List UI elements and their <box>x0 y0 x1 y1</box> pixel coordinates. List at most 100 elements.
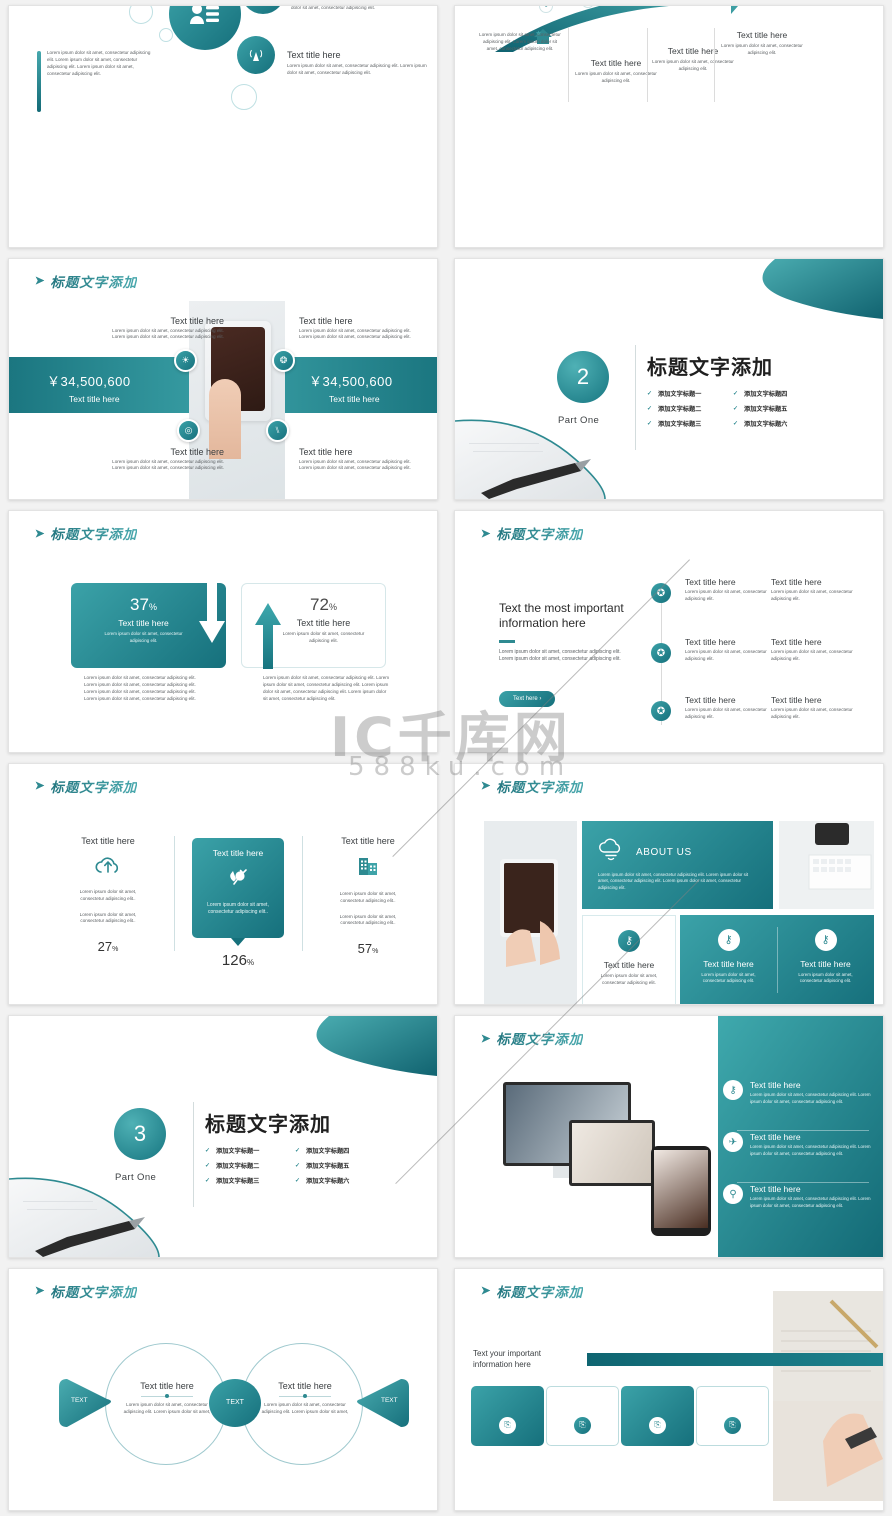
slide-cell-9[interactable]: 3 Part One 标题文字添加 ✓ 添加文字标题一 ✓ 添加文字标题二 ✓ 添加文… <box>0 1010 446 1263</box>
row-body: Lorem ipsum dolor sit amet, consectetur … <box>771 707 853 720</box>
left-stat-content: 37% Text title here Lorem ipsum dolor si… <box>71 595 216 644</box>
key-icon: ⚷ <box>814 928 837 951</box>
bullet-item[interactable]: ✓ 添加文字标题三 <box>205 1176 259 1185</box>
devices-features-slide[interactable]: ➤ 标题文字添加 ⚷ Text title here Lorem ipsum d… <box>454 1015 884 1258</box>
bullet-label: 添加文字标题三 <box>216 1178 260 1186</box>
percentage-arrows-slide[interactable]: ➤ 标题文字添加 37% Text title here Lorem ipsum… <box>8 510 438 753</box>
title-text: 标题文字添加 <box>496 1032 584 1048</box>
left-stat-caption: Lorem ipsum dolor sit amet, consectetur … <box>104 631 183 643</box>
slide-cell-10[interactable]: ➤ 标题文字添加 ⚷ Text title here Lorem ipsum d… <box>446 1010 892 1263</box>
bullet-label: 添加文字标题二 <box>658 405 702 413</box>
four-card-writing-slide[interactable]: ➤ 标题文字添加 Text your important information… <box>454 1267 884 1511</box>
timeline-features-slide[interactable]: ➤ 标题文字添加 Text the most important informa… <box>454 510 884 753</box>
bullet-item[interactable]: ✓ 添加文字标题一 <box>647 389 701 398</box>
column-1-value: 126% <box>221 951 255 969</box>
step-0: Lorem ipsum dolor sit amet, consectetur … <box>477 32 563 53</box>
check-icon: ✓ <box>647 390 653 397</box>
title-text: 标题文字添加 <box>496 1284 584 1300</box>
document-arrow-icon: ⎘ <box>649 1416 666 1434</box>
broadcast-icon <box>237 36 275 74</box>
slide-title-5: ➤ 标题文字添加 <box>35 523 137 543</box>
row-title: Text title here <box>685 637 736 648</box>
accent-bar <box>587 1352 883 1366</box>
row-2-col-b: Text title here Lorem ipsum dolor sit am… <box>771 695 856 721</box>
bullet-item[interactable]: ✓ 添加文字标题二 <box>205 1161 259 1170</box>
slide-cell-2[interactable]: 1 Lorem ipsum dolor sit amet, consectetu… <box>446 0 892 253</box>
bullet-label: 添加文字标题二 <box>216 1163 260 1171</box>
slide-cell-3[interactable]: ➤ 标题文字添加 Text title here Lorem ipsum dol… <box>0 253 446 506</box>
bullet-label: 添加文字标题五 <box>306 1163 350 1171</box>
circular-text-flow-slide[interactable]: ➤ 标题文字添加 TEXT TEXT TEXT Text title here <box>8 1267 438 1511</box>
four-quadrant-tablet-slide[interactable]: ➤ 标题文字添加 Text title here Lorem ipsum dol… <box>8 257 438 501</box>
amount-right: ￥34,500,600 <box>309 373 393 389</box>
bullets-left: ✓ 添加文字标题一 ✓ 添加文字标题二 ✓ 添加文字标题三 <box>205 1146 259 1191</box>
bullet-item[interactable]: ✓ 添加文字标题四 <box>295 1146 349 1155</box>
flow-node-left-label: TEXT <box>71 1396 88 1404</box>
step-3-body: Lorem ipsum dolor sit amet, consectetur … <box>721 43 803 55</box>
key-icon: ⚷ <box>717 928 740 951</box>
gear-check-icon: ✪ <box>651 583 671 604</box>
fingerprint-icon: ❂ <box>272 348 295 372</box>
bullet-item[interactable]: ✓ 添加文字标题六 <box>733 419 787 428</box>
slide-title-11: ➤ 标题文字添加 <box>35 1281 137 1301</box>
gear-check-icon: ✪ <box>651 701 671 722</box>
arrow-process-slide[interactable]: 1 Lorem ipsum dolor sit amet, consectetu… <box>454 5 884 248</box>
waveform-icon: ⑊ <box>266 418 289 442</box>
slide-cell-8[interactable]: ➤ 标题文字添加 ABOUT US Lorem ipsum dolor sit … <box>446 758 892 1011</box>
row-2-col-a: Text title here Lorem ipsum dolor sit am… <box>685 695 770 721</box>
feature-2: ⚲ Text title here Lorem ipsum dolor sit … <box>723 1184 873 1209</box>
notebook-pen-photo <box>455 389 645 500</box>
document-arrow-icon: ⎘ <box>499 1416 516 1434</box>
bullet-label: 添加文字标题六 <box>744 420 788 428</box>
bullet-item[interactable]: ✓ 添加文字标题一 <box>205 1146 259 1155</box>
row-body: Lorem ipsum dolor sit amet, consectetur … <box>685 649 767 662</box>
part-label: Part One <box>115 1172 157 1184</box>
three-stat-columns-slide[interactable]: ➤ 标题文字添加 Text title here Lorem ipsum dol… <box>8 762 438 1006</box>
slide-cell-4[interactable]: 2 Part One 标题文字添加 ✓ 添加文字标题一 ✓ 添加文字标题二 ✓ 添加文… <box>446 253 892 506</box>
slide-cell-1[interactable]: Lorem ipsum dolor sit amet, consectetur … <box>0 0 446 253</box>
left-paragraph: Lorem ipsum dolor sit amet, consectetur … <box>47 50 151 76</box>
slide-cell-6[interactable]: ➤ 标题文字添加 Text the most important informa… <box>446 505 892 758</box>
plug-icon <box>192 868 284 893</box>
bullet-item[interactable]: ✓ 添加文字标题三 <box>647 419 701 428</box>
slide-title-10: ➤ 标题文字添加 <box>481 1028 583 1048</box>
slide-cell-5[interactable]: ➤ 标题文字添加 37% Text title here Lorem ipsum… <box>0 505 446 758</box>
slide-cell-12[interactable]: ➤ 标题文字添加 Text your important information… <box>446 1263 892 1516</box>
about-us-mosaic-slide[interactable]: ➤ 标题文字添加 ABOUT US Lorem ipsum dolor sit … <box>454 762 884 1006</box>
bullet-item[interactable]: ✓ 添加文字标题四 <box>733 389 787 398</box>
quadrant-0: Text title here Lorem ipsum dolor sit am… <box>104 316 224 342</box>
feature-body: Lorem ipsum dolor sit amet, consectetur … <box>750 1196 871 1208</box>
row-1-col-b: Text title here Lorem ipsum dolor sit am… <box>771 637 856 663</box>
row-title: Text title here <box>771 577 822 588</box>
bullet-label: 添加文字标题一 <box>216 1148 260 1156</box>
bullet-label: 添加文字标题四 <box>306 1148 350 1156</box>
item-0-body: Lorem ipsum dolor sit amet, consectetur … <box>291 5 376 10</box>
card-title: Text title here <box>703 958 754 969</box>
section-divider-two-slide[interactable]: 2 Part One 标题文字添加 ✓ 添加文字标题一 ✓ 添加文字标题二 ✓ 添加文… <box>454 257 884 501</box>
slide-title-6: ➤ 标题文字添加 <box>481 523 583 543</box>
section-number-badge: 2 <box>557 350 609 403</box>
check-icon: ✓ <box>647 405 653 412</box>
item-1-title: Text title here <box>287 50 341 60</box>
quadrant-1-title: Text title here <box>299 315 353 326</box>
title-arrow-icon: ➤ <box>481 527 492 540</box>
down-arrow-icon <box>199 577 225 644</box>
bullet-item[interactable]: ✓ 添加文字标题二 <box>647 404 701 413</box>
document-arrow-icon: ⎘ <box>724 1416 741 1434</box>
flow-block-0: Text title here Lorem ipsum dolor sit am… <box>119 1381 215 1416</box>
bullet-item[interactable]: ✓ 添加文字标题五 <box>295 1161 349 1170</box>
slide-cell-11[interactable]: ➤ 标题文字添加 TEXT TEXT TEXT Text title here <box>0 1263 446 1516</box>
headline: Text your important information here <box>473 1348 542 1369</box>
stat-column-1: Text title here Lorem ipsum dolor sit am… <box>192 848 284 917</box>
feature-body: Lorem ipsum dolor sit amet, consectetur … <box>750 1092 871 1104</box>
bullet-item[interactable]: ✓ 添加文字标题六 <box>295 1176 349 1185</box>
target-icon: ◎ <box>177 418 200 442</box>
section-title: 标题文字添加 <box>205 1114 331 1137</box>
section-divider-three-slide[interactable]: 3 Part One 标题文字添加 ✓ 添加文字标题一 ✓ 添加文字标题二 ✓ 添加文… <box>8 1015 438 1258</box>
step-2-body: Lorem ipsum dolor sit amet, consectetur … <box>652 59 734 71</box>
bullet-item[interactable]: ✓ 添加文字标题五 <box>733 404 787 413</box>
network-circles-slide[interactable]: Lorem ipsum dolor sit amet, consectetur … <box>8 5 438 248</box>
cta-button[interactable]: Text here › <box>499 691 556 708</box>
flow-block-1: Text title here Lorem ipsum dolor sit am… <box>257 1381 353 1416</box>
slide-cell-7[interactable]: ➤ 标题文字添加 Text title here Lorem ipsum dol… <box>0 758 446 1011</box>
